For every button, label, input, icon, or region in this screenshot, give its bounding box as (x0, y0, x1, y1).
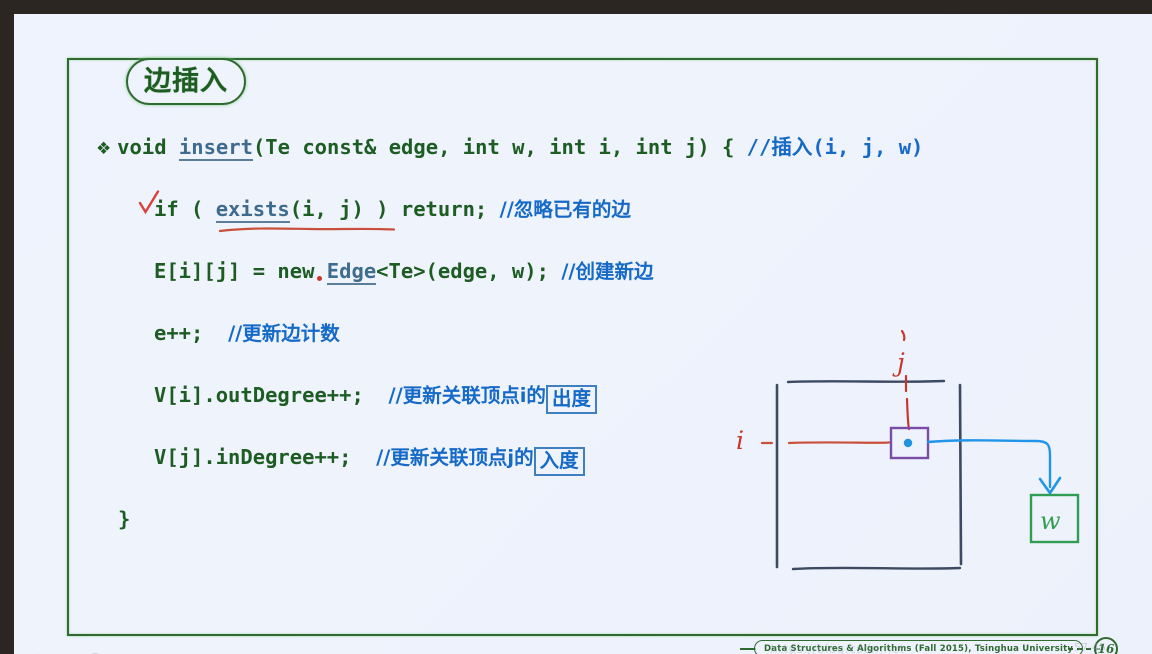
code-text: e++; (154, 321, 229, 345)
code-text: V[i].outDegree++; (154, 383, 389, 407)
code-text: E[i][j] = new (154, 259, 327, 283)
code-identifier-link[interactable]: exists (215, 197, 290, 223)
diagram-label-j: j (892, 348, 905, 377)
code-comment: //忽略已有的边 (499, 198, 631, 221)
code-identifier-link[interactable]: insert (178, 135, 253, 161)
watermark-code: 57-45 (1074, 641, 1106, 654)
code-text: void (117, 135, 179, 159)
code-comment: //创建新边 (561, 260, 654, 283)
code-text: (Te const& edge, int w, int i, int j) { (252, 135, 747, 159)
code-comment: //更新关联顶点i的 (388, 384, 546, 407)
ink-red-dot (317, 276, 322, 281)
slide-title-pill: 边插入 (126, 58, 246, 105)
video-frame: 边插入 ❖ void insert(Te const& edge, int w,… (0, 0, 1152, 654)
code-text: V[j].inDegree++; (154, 445, 377, 469)
code-text: } (118, 507, 131, 531)
highlight-box-indegree: 入度 (533, 447, 585, 476)
code-text: (i, j) ) return; (289, 197, 500, 221)
code-comment: //更新边计数 (228, 322, 340, 345)
page-title: 边插入 (144, 66, 228, 97)
code-line: ❖ void insert(Te const& edge, int w, int… (96, 132, 1056, 194)
handdrawn-matrix-diagram: i j w (736, 329, 1080, 571)
diagram-label-i: i (736, 426, 744, 455)
diagram-cell-dot (903, 438, 913, 448)
watermark-url: https://blog.csdn.net (770, 642, 905, 654)
code-comment: //插入(i, j, w) (746, 135, 924, 159)
diagram-label-w: w (1040, 507, 1061, 535)
slide-surface: 边插入 ❖ void insert(Te const& edge, int w,… (14, 14, 1152, 654)
bullet-icon: ❖ (96, 139, 118, 159)
code-line: E[i][j] = new Edge<Te>(edge, w); //创建新边 (96, 256, 1056, 318)
code-comment: //更新关联顶点j的 (376, 446, 534, 469)
code-identifier-link[interactable]: Edge (326, 259, 377, 285)
code-line: if ( exists(i, j) ) return; //忽略已有的边 (96, 190, 1056, 256)
highlight-box-outdegree: 出度 (545, 385, 597, 414)
ink-red-underline (218, 227, 396, 233)
code-text: if ( (154, 197, 216, 221)
code-text: <Te>(edge, w); (376, 259, 562, 283)
